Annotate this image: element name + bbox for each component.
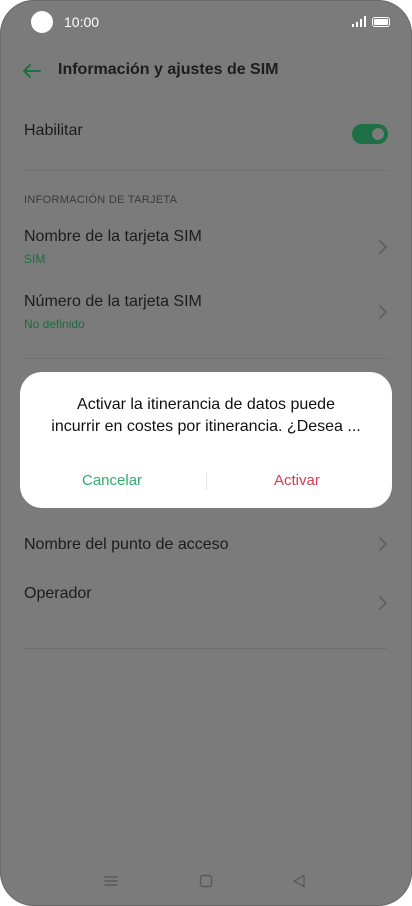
activate-button[interactable]: Activar xyxy=(274,472,320,489)
sim-name-label: Nombre de la tarjeta SIM xyxy=(24,228,202,245)
back-button[interactable] xyxy=(18,58,46,84)
enable-toggle[interactable] xyxy=(352,124,388,144)
page-title: Información y ajustes de SIM xyxy=(58,61,279,78)
sim-number-row[interactable]: Número de la tarjeta SIM No definido xyxy=(24,293,388,333)
apn-row[interactable]: Nombre del punto de acceso xyxy=(24,536,388,560)
operator-label: Operador xyxy=(24,585,92,602)
home-square-icon xyxy=(199,874,213,888)
sim-name-row[interactable]: Nombre de la tarjeta SIM SIM xyxy=(24,228,388,268)
recents-button[interactable] xyxy=(100,870,122,892)
back-nav-button[interactable] xyxy=(288,870,310,892)
dialog-button-separator xyxy=(206,472,207,490)
sim-number-label: Número de la tarjeta SIM xyxy=(24,293,202,310)
signal-icon xyxy=(352,15,366,27)
navigation-bar xyxy=(0,858,412,906)
status-icons xyxy=(352,15,390,27)
enable-label: Habilitar xyxy=(24,122,83,139)
dialog-message-line: Activar la itinerancia de datos puede xyxy=(77,396,335,413)
chevron-right-icon xyxy=(379,305,387,319)
dialog-message-line: incurrir en costes por itinerancia. ¿Des… xyxy=(51,418,361,435)
battery-icon xyxy=(372,17,390,27)
sim-number-value: No definido xyxy=(24,317,85,331)
chevron-right-icon xyxy=(379,596,387,610)
divider xyxy=(24,170,388,171)
enable-row[interactable]: Habilitar xyxy=(24,122,388,148)
dialog-message: Activar la itinerancia de datos puede in… xyxy=(44,394,368,438)
menu-icon xyxy=(104,876,118,886)
phone-screen: 10:00 Información y ajustes de SIM Habil… xyxy=(0,0,412,906)
chevron-right-icon xyxy=(379,537,387,551)
section-header-card-info: INFORMACIÓN DE TARJETA xyxy=(24,194,178,206)
status-bar: 10:00 xyxy=(0,0,412,44)
status-time: 10:00 xyxy=(64,14,100,30)
back-triangle-icon xyxy=(293,874,305,888)
back-arrow-icon xyxy=(23,64,41,78)
chevron-right-icon xyxy=(379,240,387,254)
toolbar: Información y ajustes de SIM xyxy=(0,48,412,94)
cancel-button[interactable]: Cancelar xyxy=(82,472,142,489)
divider xyxy=(24,648,388,649)
divider xyxy=(24,358,388,359)
home-button[interactable] xyxy=(195,870,217,892)
toggle-knob xyxy=(372,128,384,140)
sim-name-value: SIM xyxy=(24,252,46,266)
front-camera xyxy=(31,11,53,33)
roaming-dialog: Activar la itinerancia de datos puede in… xyxy=(20,372,392,508)
operator-row[interactable]: Operador xyxy=(24,585,388,615)
apn-label: Nombre del punto de acceso xyxy=(24,536,229,553)
